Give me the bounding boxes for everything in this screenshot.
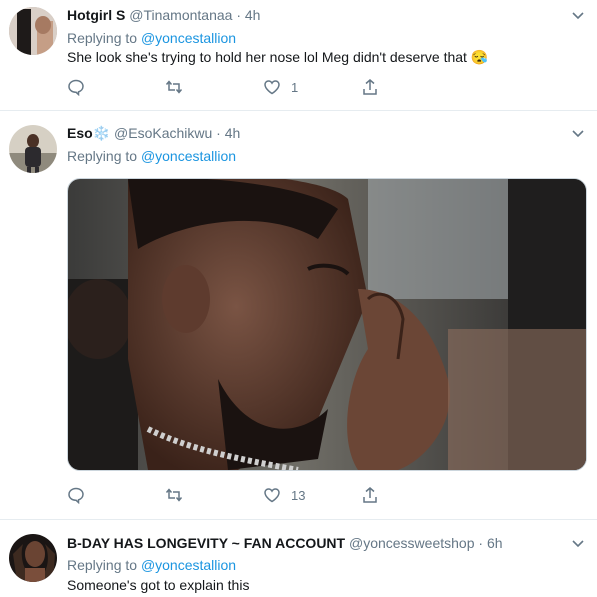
tweet: Hotgirl S @Tinamontanaa · 4h Replying to… xyxy=(0,0,597,111)
share-icon xyxy=(363,79,377,95)
tweet: Eso❄️ @EsoKachikwu · 4h Replying to @yon… xyxy=(0,111,597,520)
tweet-header: Eso❄️ @EsoKachikwu · 4h xyxy=(67,125,240,142)
chevron-down-icon[interactable] xyxy=(571,9,585,23)
replying-to: Replying to @yoncestallion xyxy=(67,148,236,164)
tweet-actions: 13 xyxy=(67,485,397,505)
avatar[interactable] xyxy=(9,125,57,173)
timestamp[interactable]: 6h xyxy=(487,535,503,551)
reply-button[interactable] xyxy=(67,485,85,505)
retweet-icon xyxy=(165,80,183,94)
like-button[interactable]: 13 xyxy=(263,485,305,505)
timestamp[interactable]: 4h xyxy=(225,125,241,141)
tweet-header: B-DAY HAS LONGEVITY ~ FAN ACCOUNT @yonce… xyxy=(67,535,503,551)
tweet-header: Hotgirl S @Tinamontanaa · 4h xyxy=(67,7,260,23)
replying-to-label: Replying to xyxy=(67,557,138,573)
share-button[interactable] xyxy=(361,485,379,505)
timestamp[interactable]: 4h xyxy=(245,7,261,23)
reply-icon xyxy=(68,487,84,504)
retweet-button[interactable] xyxy=(165,77,183,97)
display-name[interactable]: B-DAY HAS LONGEVITY ~ FAN ACCOUNT xyxy=(67,535,345,551)
like-count: 1 xyxy=(291,79,299,95)
display-name[interactable]: Hotgirl S xyxy=(67,7,125,23)
like-count: 13 xyxy=(291,487,306,503)
snowflake-emoji: ❄️ xyxy=(92,125,111,141)
tweet-photo[interactable] xyxy=(67,178,587,471)
chevron-down-icon[interactable] xyxy=(571,127,585,141)
separator-dot: · xyxy=(216,125,221,141)
heart-icon xyxy=(264,488,280,503)
replying-to: Replying to @yoncestallion xyxy=(67,30,236,46)
display-name[interactable]: Eso xyxy=(67,125,93,141)
like-button[interactable]: 1 xyxy=(263,77,298,97)
mention-link[interactable]: @yoncestallion xyxy=(141,148,236,164)
avatar[interactable] xyxy=(9,7,57,55)
tweet-text: She look she's trying to hold her nose l… xyxy=(67,49,489,65)
tweet-actions: 1 xyxy=(67,77,397,97)
reply-button[interactable] xyxy=(67,77,85,97)
share-icon xyxy=(363,487,377,503)
retweet-icon xyxy=(165,488,183,502)
mention-link[interactable]: @yoncestallion xyxy=(141,30,236,46)
replying-to-label: Replying to xyxy=(67,148,138,164)
chevron-down-icon[interactable] xyxy=(571,537,585,551)
reply-icon xyxy=(68,79,84,96)
tweet: B-DAY HAS LONGEVITY ~ FAN ACCOUNT @yonce… xyxy=(0,520,597,597)
separator-dot: · xyxy=(236,7,241,23)
mention-link[interactable]: @yoncestallion xyxy=(141,557,236,573)
tweet-text: Someone's got to explain this xyxy=(67,577,250,593)
separator-dot: · xyxy=(478,535,484,551)
avatar[interactable] xyxy=(9,534,57,582)
replying-to-label: Replying to xyxy=(67,30,138,46)
user-handle[interactable]: @Tinamontanaa xyxy=(129,7,232,23)
user-handle[interactable]: @yoncessweetshop xyxy=(349,535,475,551)
heart-icon xyxy=(264,80,280,95)
user-handle[interactable]: @EsoKachikwu xyxy=(114,125,212,141)
man-covering-nose-photo xyxy=(68,179,586,470)
replying-to: Replying to @yoncestallion xyxy=(67,557,236,573)
retweet-button[interactable] xyxy=(165,485,183,505)
share-button[interactable] xyxy=(361,77,379,97)
